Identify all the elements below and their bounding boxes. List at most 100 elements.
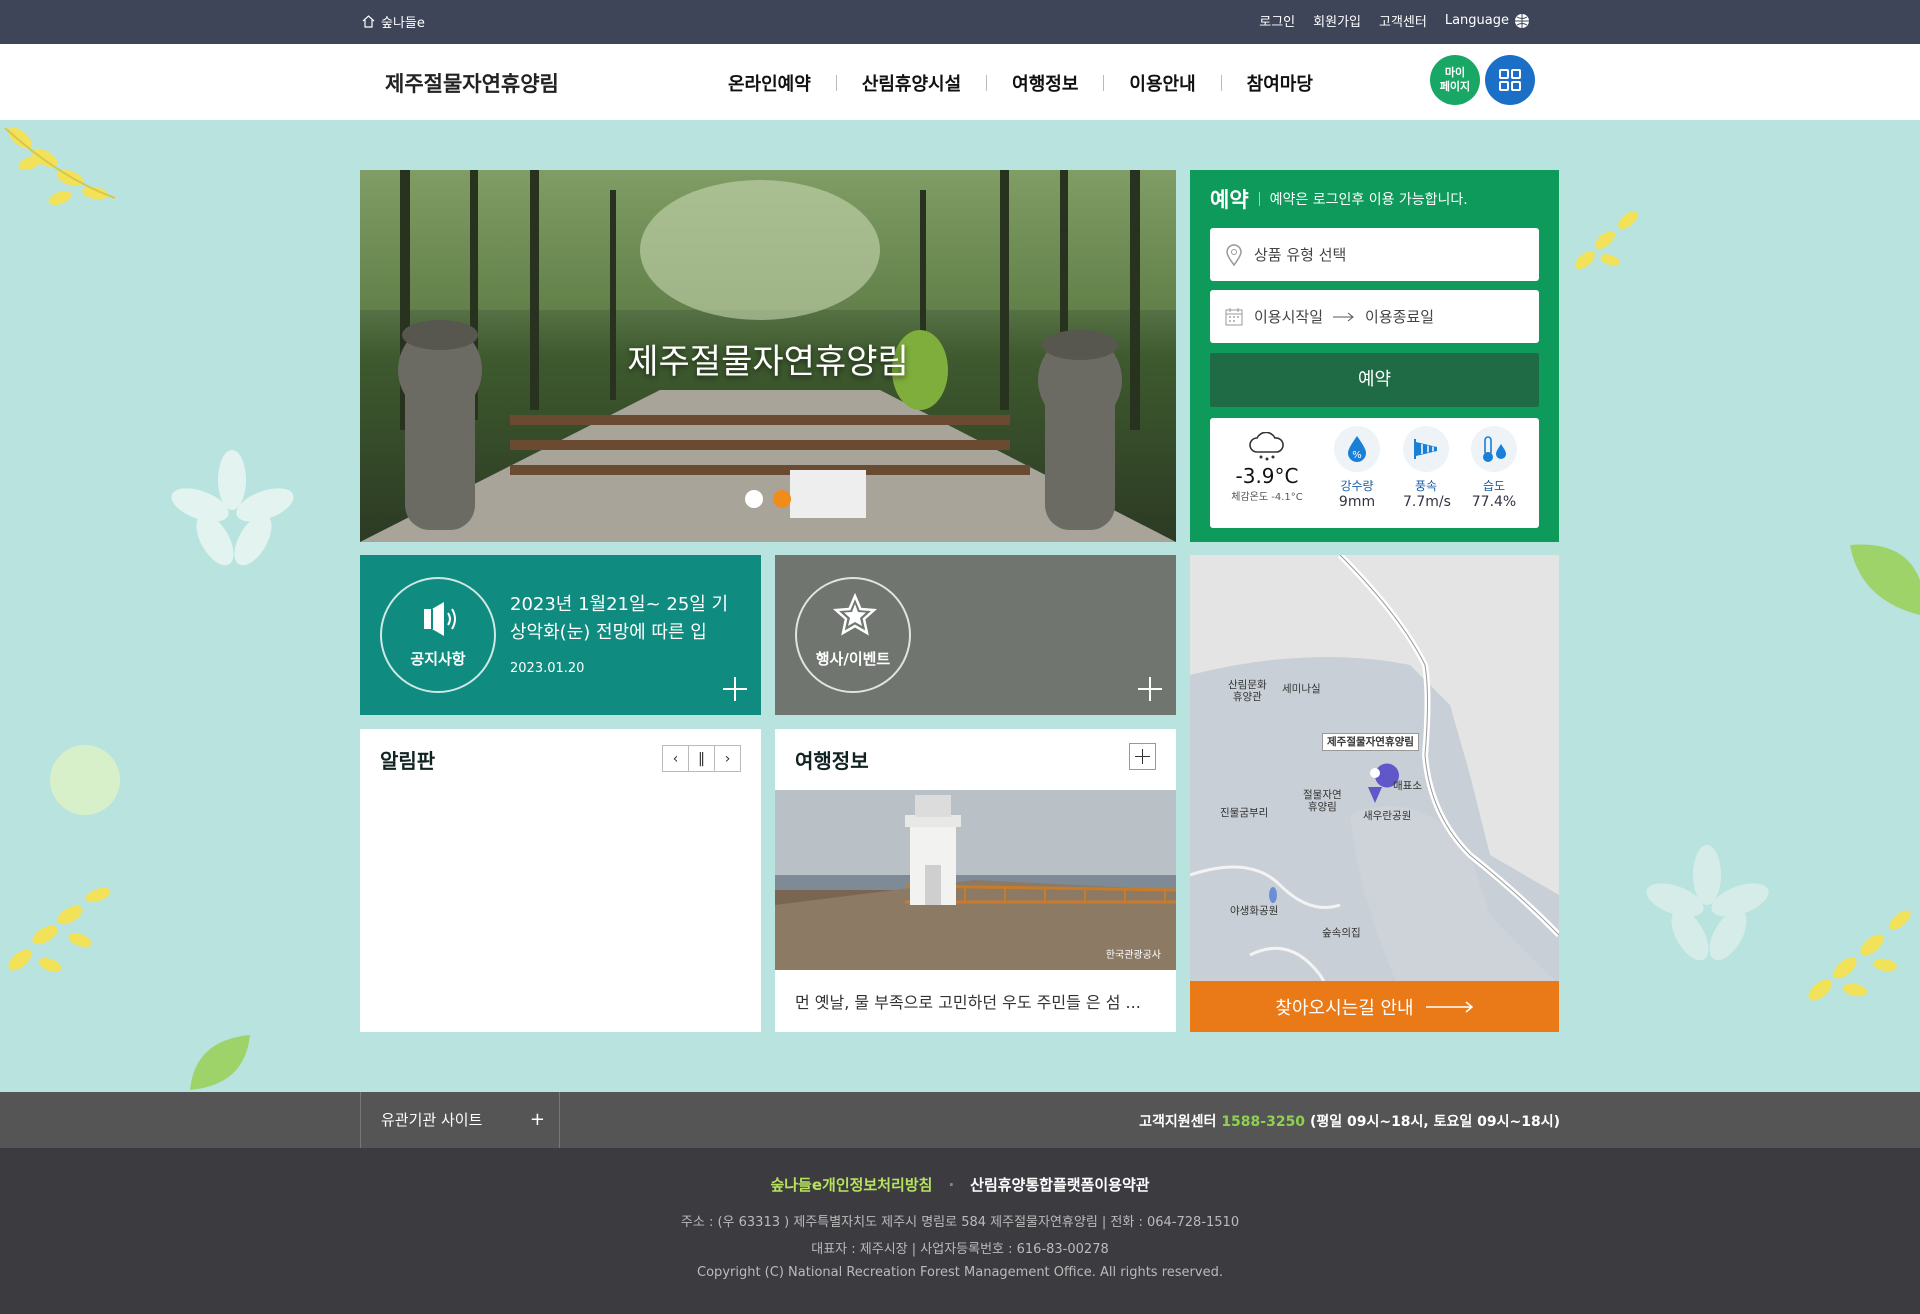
join-link[interactable]: 회원가입 bbox=[1313, 11, 1361, 30]
product-type-select[interactable]: 상품 유형 선택 bbox=[1210, 228, 1539, 281]
lighthouse-photo: 한국관광공사 bbox=[775, 790, 1176, 970]
leaf-decoration bbox=[1850, 544, 1920, 615]
leaf-decoration bbox=[4, 127, 116, 205]
arrow-right-icon bbox=[1333, 312, 1354, 321]
event-label: 행사/이벤트 bbox=[815, 650, 891, 668]
slide-dot-1[interactable] bbox=[745, 490, 763, 508]
reserve-button[interactable]: 예약 bbox=[1210, 353, 1539, 407]
all-menu-button[interactable] bbox=[1485, 55, 1535, 105]
prev-icon[interactable]: ‹ bbox=[662, 745, 689, 772]
wind-icon bbox=[1414, 439, 1437, 459]
precipitation-value: 9mm bbox=[1338, 494, 1376, 510]
notice-headline[interactable]: 2023년 1월21일~ 25일 기상악화(눈) 전망에 따른 입 bbox=[510, 591, 740, 647]
title-divider bbox=[1258, 192, 1260, 206]
travel-info-card: 여행정보 한국관광공사 먼 옛날, 물 부족으로 고민하던 우도 주민들 은 섬… bbox=[775, 729, 1176, 1032]
reservation-panel: 예약 예약은 로그인후 이용 가능합니다. 상품 유형 선택 이용시작일 이용종료… bbox=[1190, 170, 1559, 542]
event-badge: 행사/이벤트 bbox=[795, 577, 911, 693]
calendar-icon bbox=[1225, 307, 1243, 325]
cs-hours: (평일 09시~18시, 토요일 09시~18시) bbox=[1309, 1114, 1560, 1130]
privacy-policy-link[interactable]: 숲나들e개인정보처리방침 bbox=[770, 1176, 932, 1194]
map-label: 새우란공원 bbox=[1363, 810, 1412, 822]
terms-link[interactable]: 산림휴양통합플랫폼이용약관 bbox=[970, 1176, 1149, 1194]
reservation-notice: 예약은 로그인후 이용 가능합니다. bbox=[1269, 192, 1468, 208]
humidity-value: 77.4% bbox=[1471, 494, 1517, 510]
nav-online-reservation[interactable]: 온라인예약 bbox=[703, 70, 836, 96]
nav-community[interactable]: 참여마당 bbox=[1222, 70, 1338, 96]
event-more-button[interactable] bbox=[1138, 677, 1162, 701]
language-selector[interactable]: Language bbox=[1445, 13, 1530, 29]
related-sites-toggle[interactable]: 유관기관 사이트 + bbox=[360, 1092, 560, 1148]
map-label: 산림문화 휴양관 bbox=[1228, 679, 1267, 703]
map-background bbox=[1190, 555, 1559, 1032]
footer-address: 주소 : (우 63313 ) 제주특별자치도 제주시 명림로 584 제주절물… bbox=[680, 1215, 1240, 1230]
travel-caption[interactable]: 먼 옛날, 물 부족으로 고민하던 우도 주민들 은 섬 ... bbox=[795, 989, 1160, 1013]
site-logo[interactable]: 제주절물자연휴양림 bbox=[385, 68, 559, 98]
notice-card[interactable]: 공지사항 2023년 1월21일~ 25일 기상악화(눈) 전망에 따른 입 2… bbox=[360, 555, 761, 715]
top-utility-bar: 숲나들e 로그인 회원가입 고객센터 Language bbox=[0, 0, 1920, 44]
map-label: 진물굼부리 bbox=[1220, 807, 1269, 819]
precipitation-label: 강수량 bbox=[1340, 479, 1374, 493]
map-label: 숲속의집 bbox=[1322, 927, 1361, 939]
nav-travel-info[interactable]: 여행정보 bbox=[987, 70, 1103, 96]
start-date-placeholder: 이용시작일 bbox=[1254, 308, 1324, 326]
main-navigation: 온라인예약 산림휴양시설 여행정보 이용안내 참여마당 bbox=[703, 70, 1338, 96]
cs-phone: 1588-3250 bbox=[1221, 1114, 1306, 1130]
humidity-icon bbox=[1483, 436, 1506, 462]
footer-representative: 대표자 : 제주시장 | 사업자등록번호 : 616-83-00278 bbox=[811, 1242, 1109, 1257]
board-controls: ‹ ‖ › bbox=[662, 745, 741, 772]
long-arrow-right-icon bbox=[1425, 1000, 1473, 1013]
mypage-label: 마이 페이지 bbox=[1439, 66, 1471, 93]
nav-forest-facilities[interactable]: 산림휴양시설 bbox=[837, 70, 986, 96]
footer-copyright: Copyright (C) National Recreation Forest… bbox=[697, 1265, 1223, 1280]
travel-more-button[interactable] bbox=[1129, 743, 1156, 770]
nav-usage-guide[interactable]: 이용안내 bbox=[1104, 70, 1220, 96]
temperature: -3.9°C bbox=[1235, 464, 1299, 488]
home-link[interactable]: 숲나들e bbox=[362, 12, 425, 31]
leaf-decoration bbox=[1575, 211, 1638, 269]
end-date-placeholder: 이용종료일 bbox=[1365, 308, 1435, 326]
footer-bottom: 숲나들e개인정보처리방침 · 산림휴양통합플랫폼이용약관 주소 : (우 63313… bbox=[0, 1148, 1920, 1314]
footer-top: 유관기관 사이트 + 고객지원센터 1588-3250 (평일 09시~18시, … bbox=[0, 1092, 1920, 1148]
next-icon[interactable]: › bbox=[714, 745, 741, 772]
cs-label: 고객지원센터 bbox=[1139, 1114, 1217, 1130]
product-type-placeholder: 상품 유형 선택 bbox=[1254, 246, 1347, 264]
slide-dot-2[interactable] bbox=[773, 490, 791, 508]
wind-label: 풍속 bbox=[1414, 479, 1438, 493]
grid-menu-icon bbox=[1499, 69, 1521, 91]
map-label: 야생화공원 bbox=[1230, 905, 1279, 917]
related-sites-label: 유관기관 사이트 bbox=[381, 1111, 483, 1129]
notice-label: 공지사항 bbox=[410, 650, 466, 668]
mypage-button[interactable]: 마이 페이지 bbox=[1430, 55, 1480, 105]
leaf-decoration bbox=[190, 1035, 250, 1090]
flower-decoration bbox=[1646, 845, 1769, 961]
login-link[interactable]: 로그인 bbox=[1259, 11, 1295, 30]
weather-widget: -3.9°C 체감온도 -4.1°C % 강수량 9mm 풍속 7.7m/s 습… bbox=[1210, 418, 1539, 528]
customer-center-link[interactable]: 고객센터 bbox=[1379, 11, 1427, 30]
pause-icon[interactable]: ‖ bbox=[688, 745, 715, 772]
date-range-picker[interactable]: 이용시작일 이용종료일 bbox=[1210, 290, 1539, 343]
language-label: Language bbox=[1444, 13, 1509, 28]
notice-date: 2023.01.20 bbox=[510, 661, 585, 676]
feels-like: 체감온도 -4.1°C bbox=[1231, 492, 1303, 503]
precipitation-icon: % bbox=[1348, 436, 1366, 462]
travel-title: 여행정보 bbox=[795, 749, 869, 773]
travel-photo[interactable]: 한국관광공사 bbox=[775, 790, 1176, 970]
location-pin-icon bbox=[1226, 243, 1242, 266]
directions-button[interactable]: 찾아오시는길 안내 bbox=[1190, 981, 1559, 1032]
snow-cloud-icon bbox=[1249, 431, 1284, 461]
event-card[interactable]: 행사/이벤트 bbox=[775, 555, 1176, 715]
reservation-title: 예약 bbox=[1210, 188, 1249, 212]
location-map[interactable]: 산림문화 휴양관 세미나실 제주절물자연휴양림 매표소 절물자연 휴양림 진물굼… bbox=[1190, 555, 1559, 1032]
notice-more-button[interactable] bbox=[723, 677, 747, 701]
humidity-label: 습도 bbox=[1482, 479, 1506, 493]
bulletin-board: 알림판 ‹ ‖ › bbox=[360, 729, 761, 1032]
wind-value: 7.7m/s bbox=[1403, 494, 1451, 510]
directions-label: 찾아오시는길 안내 bbox=[1275, 997, 1414, 1019]
map-label: 절물자연 휴양림 bbox=[1303, 789, 1342, 813]
star-icon bbox=[833, 593, 877, 636]
megaphone-icon bbox=[424, 602, 456, 636]
plus-icon: + bbox=[529, 1109, 545, 1130]
main-header: 제주절물자연휴양림 온라인예약 산림휴양시설 여행정보 이용안내 참여마당 마이… bbox=[0, 44, 1920, 120]
hero-slider[interactable]: 제주절물자연휴양림 bbox=[360, 170, 1176, 542]
hero-title: 제주절물자연휴양림 bbox=[627, 342, 909, 382]
